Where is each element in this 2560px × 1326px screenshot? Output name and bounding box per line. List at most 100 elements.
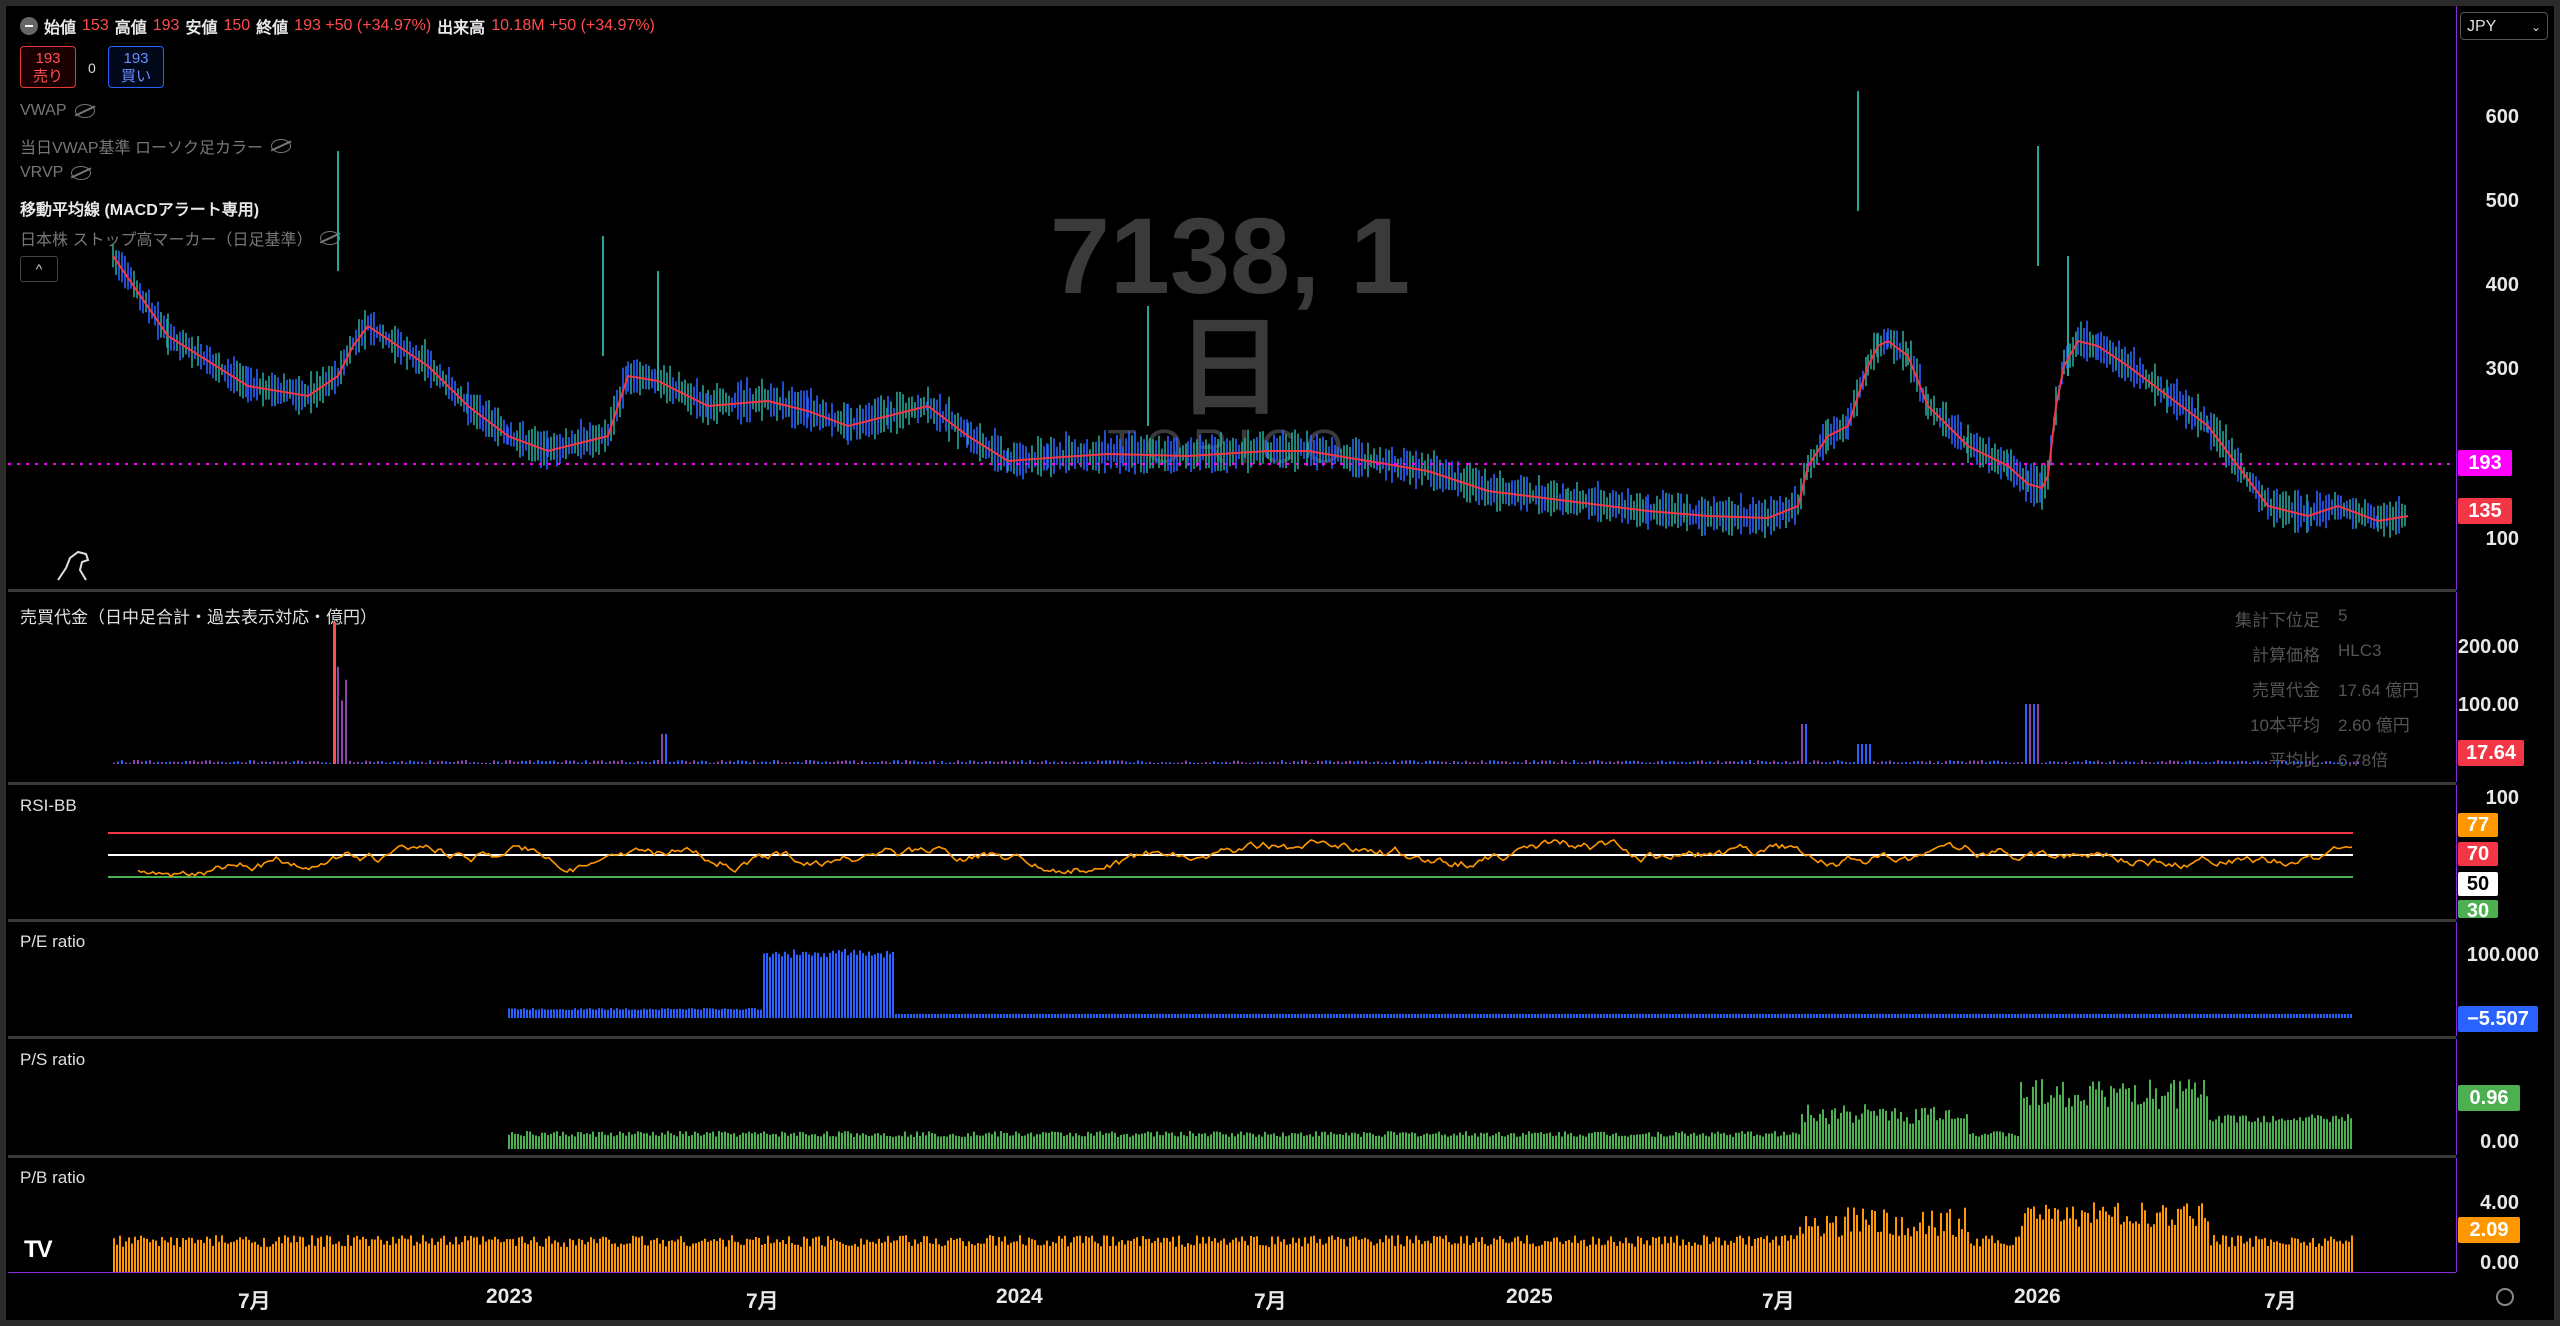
- pe-bar: [1459, 1014, 1461, 1018]
- stats-key: 計算価格: [2252, 646, 2320, 665]
- ps-bar: [1552, 1136, 1554, 1149]
- pb-bar: [962, 1241, 964, 1272]
- pb-bar: [1913, 1226, 1915, 1272]
- pb-bar: [1493, 1238, 1495, 1272]
- pe-bar: [991, 1014, 993, 1018]
- pb-bar: [2120, 1224, 2122, 1272]
- ps-bar: [1678, 1133, 1680, 1149]
- pb-bar: [1535, 1246, 1537, 1272]
- rsi-chart: [108, 832, 2353, 878]
- ps-bar: [679, 1131, 681, 1149]
- turnover-bar: [977, 762, 979, 764]
- turnover-bar: [225, 762, 227, 764]
- ps-bar: [2089, 1086, 2091, 1149]
- pb-pane[interactable]: [8, 1158, 2456, 1272]
- pe-bar: [1498, 1014, 1500, 1018]
- pb-bar: [1970, 1243, 1972, 1272]
- pb-axis[interactable]: 4.00 0.00: [2456, 1158, 2555, 1274]
- ps-bar: [952, 1133, 954, 1149]
- turnover-bar: [1149, 761, 1151, 764]
- ps-bar: [964, 1136, 966, 1149]
- pb-bar: [2111, 1216, 2113, 1272]
- pe-bar: [1933, 1014, 1935, 1018]
- pe-bar: [772, 953, 774, 1018]
- dinosaur-icon[interactable]: [56, 548, 92, 587]
- ps-bar: [865, 1134, 867, 1149]
- ps-bar: [1117, 1136, 1119, 1149]
- pb-bar: [245, 1236, 247, 1272]
- ps-bar: [577, 1132, 579, 1149]
- ps-bar: [1126, 1133, 1128, 1149]
- ps-bar: [1378, 1135, 1380, 1149]
- ps-bar: [1204, 1133, 1206, 1149]
- turnover-pane[interactable]: [8, 592, 2456, 782]
- ps-pane[interactable]: [8, 1039, 2456, 1155]
- pb-bar: [1031, 1239, 1033, 1272]
- pb-bar: [2237, 1235, 2239, 1272]
- time-axis[interactable]: [8, 1272, 2456, 1321]
- ps-bar: [1948, 1109, 1950, 1149]
- ps-bar: [814, 1134, 816, 1149]
- pe-bar: [1039, 1014, 1041, 1018]
- turnover-bar: [1549, 760, 1551, 764]
- ps-bar: [1153, 1136, 1155, 1149]
- pb-bar: [1886, 1212, 1888, 1272]
- turnover-bar: [2181, 762, 2183, 764]
- pe-bar: [613, 1009, 615, 1018]
- tradingview-logo[interactable]: TV: [24, 1236, 53, 1264]
- ps-bar: [1366, 1132, 1368, 1149]
- pe-bar: [1126, 1014, 1128, 1018]
- pb-bar: [980, 1243, 982, 1272]
- turnover-bar: [1773, 760, 1775, 764]
- pe-bar: [514, 1008, 516, 1018]
- pb-bar: [632, 1235, 634, 1272]
- ps-bar: [2143, 1101, 2145, 1149]
- ps-bar: [1087, 1131, 1089, 1149]
- ps-bar: [2221, 1122, 2223, 1149]
- turnover-bar: [1625, 760, 1627, 764]
- turnover-bar: [1697, 760, 1699, 764]
- pb-bar: [947, 1240, 949, 1272]
- pe-bar: [574, 1008, 576, 1018]
- settings-gear-icon[interactable]: [2496, 1288, 2514, 1306]
- turnover-bar: [1109, 760, 1111, 764]
- ps-bar: [1198, 1133, 1200, 1149]
- pb-bar: [776, 1239, 778, 1272]
- pe-bar: [1837, 1014, 1839, 1018]
- pb-bar: [2198, 1206, 2200, 1272]
- ma-value-tag: 135: [2458, 498, 2512, 524]
- pb-bar: [671, 1240, 673, 1272]
- pb-bar: [1976, 1238, 1978, 1272]
- pb-bar: [2129, 1221, 2131, 1272]
- pb-bar: [1076, 1236, 1078, 1272]
- pb-bar: [1181, 1244, 1183, 1272]
- pb-bar: [1874, 1211, 1876, 1272]
- pe-pane[interactable]: [8, 922, 2456, 1036]
- ps-bar: [736, 1136, 738, 1149]
- ps-bar: [2044, 1103, 2046, 1149]
- pb-bar: [365, 1239, 367, 1272]
- pe-bar: [2263, 1014, 2265, 1018]
- pe-bar: [550, 1009, 552, 1018]
- rsi-pane[interactable]: [8, 785, 2456, 919]
- turnover-bar: [305, 762, 307, 764]
- pe-bar: [919, 1014, 921, 1018]
- pe-bar: [1957, 1014, 1959, 1018]
- pe-bar: [709, 1008, 711, 1018]
- pb-bar: [845, 1245, 847, 1272]
- ps-bar: [1594, 1131, 1596, 1149]
- pb-bar: [1949, 1209, 1951, 1272]
- pb-bar: [1241, 1236, 1243, 1272]
- pe-bar: [1918, 1014, 1920, 1018]
- turnover-bar: [793, 762, 795, 764]
- pe-bar: [1672, 1014, 1674, 1018]
- pe-bar: [1387, 1014, 1389, 1018]
- rsi-lower-band-tag: 30: [2458, 900, 2498, 918]
- turnover-bar: [677, 760, 679, 764]
- price-pane[interactable]: [8, 6, 2456, 590]
- turnover-bar: [1013, 760, 1015, 764]
- turnover-bar: [749, 762, 751, 764]
- pe-bar: [817, 952, 819, 1018]
- pb-bar: [2144, 1210, 2146, 1272]
- ps-bar: [2350, 1118, 2352, 1149]
